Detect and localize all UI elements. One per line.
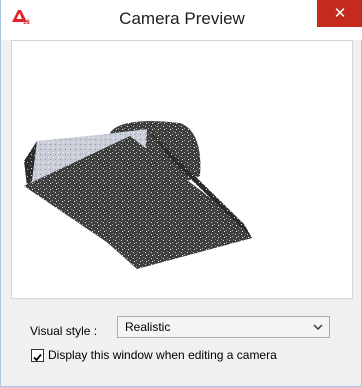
camera-preview-viewport [11,40,353,299]
display-window-checkbox[interactable] [31,349,44,362]
window-title: Camera Preview [119,9,245,28]
model-render [24,121,252,269]
close-icon: ✕ [333,5,347,22]
display-window-label[interactable]: Display this window when editing a camer… [48,348,277,362]
chevron-down-icon [313,324,323,330]
checkmark-icon [33,353,42,362]
visual-style-value: Realistic [125,320,171,334]
visual-style-dropdown[interactable]: Realistic [117,316,330,338]
camera-preview-dialog: 18 Camera Preview ✕ Visual style: Reali… [0,0,362,387]
close-button[interactable]: ✕ [317,0,362,27]
visual-style-label: Visual style : [30,324,98,338]
title-bar: 18 Camera Preview ✕ [1,0,362,40]
